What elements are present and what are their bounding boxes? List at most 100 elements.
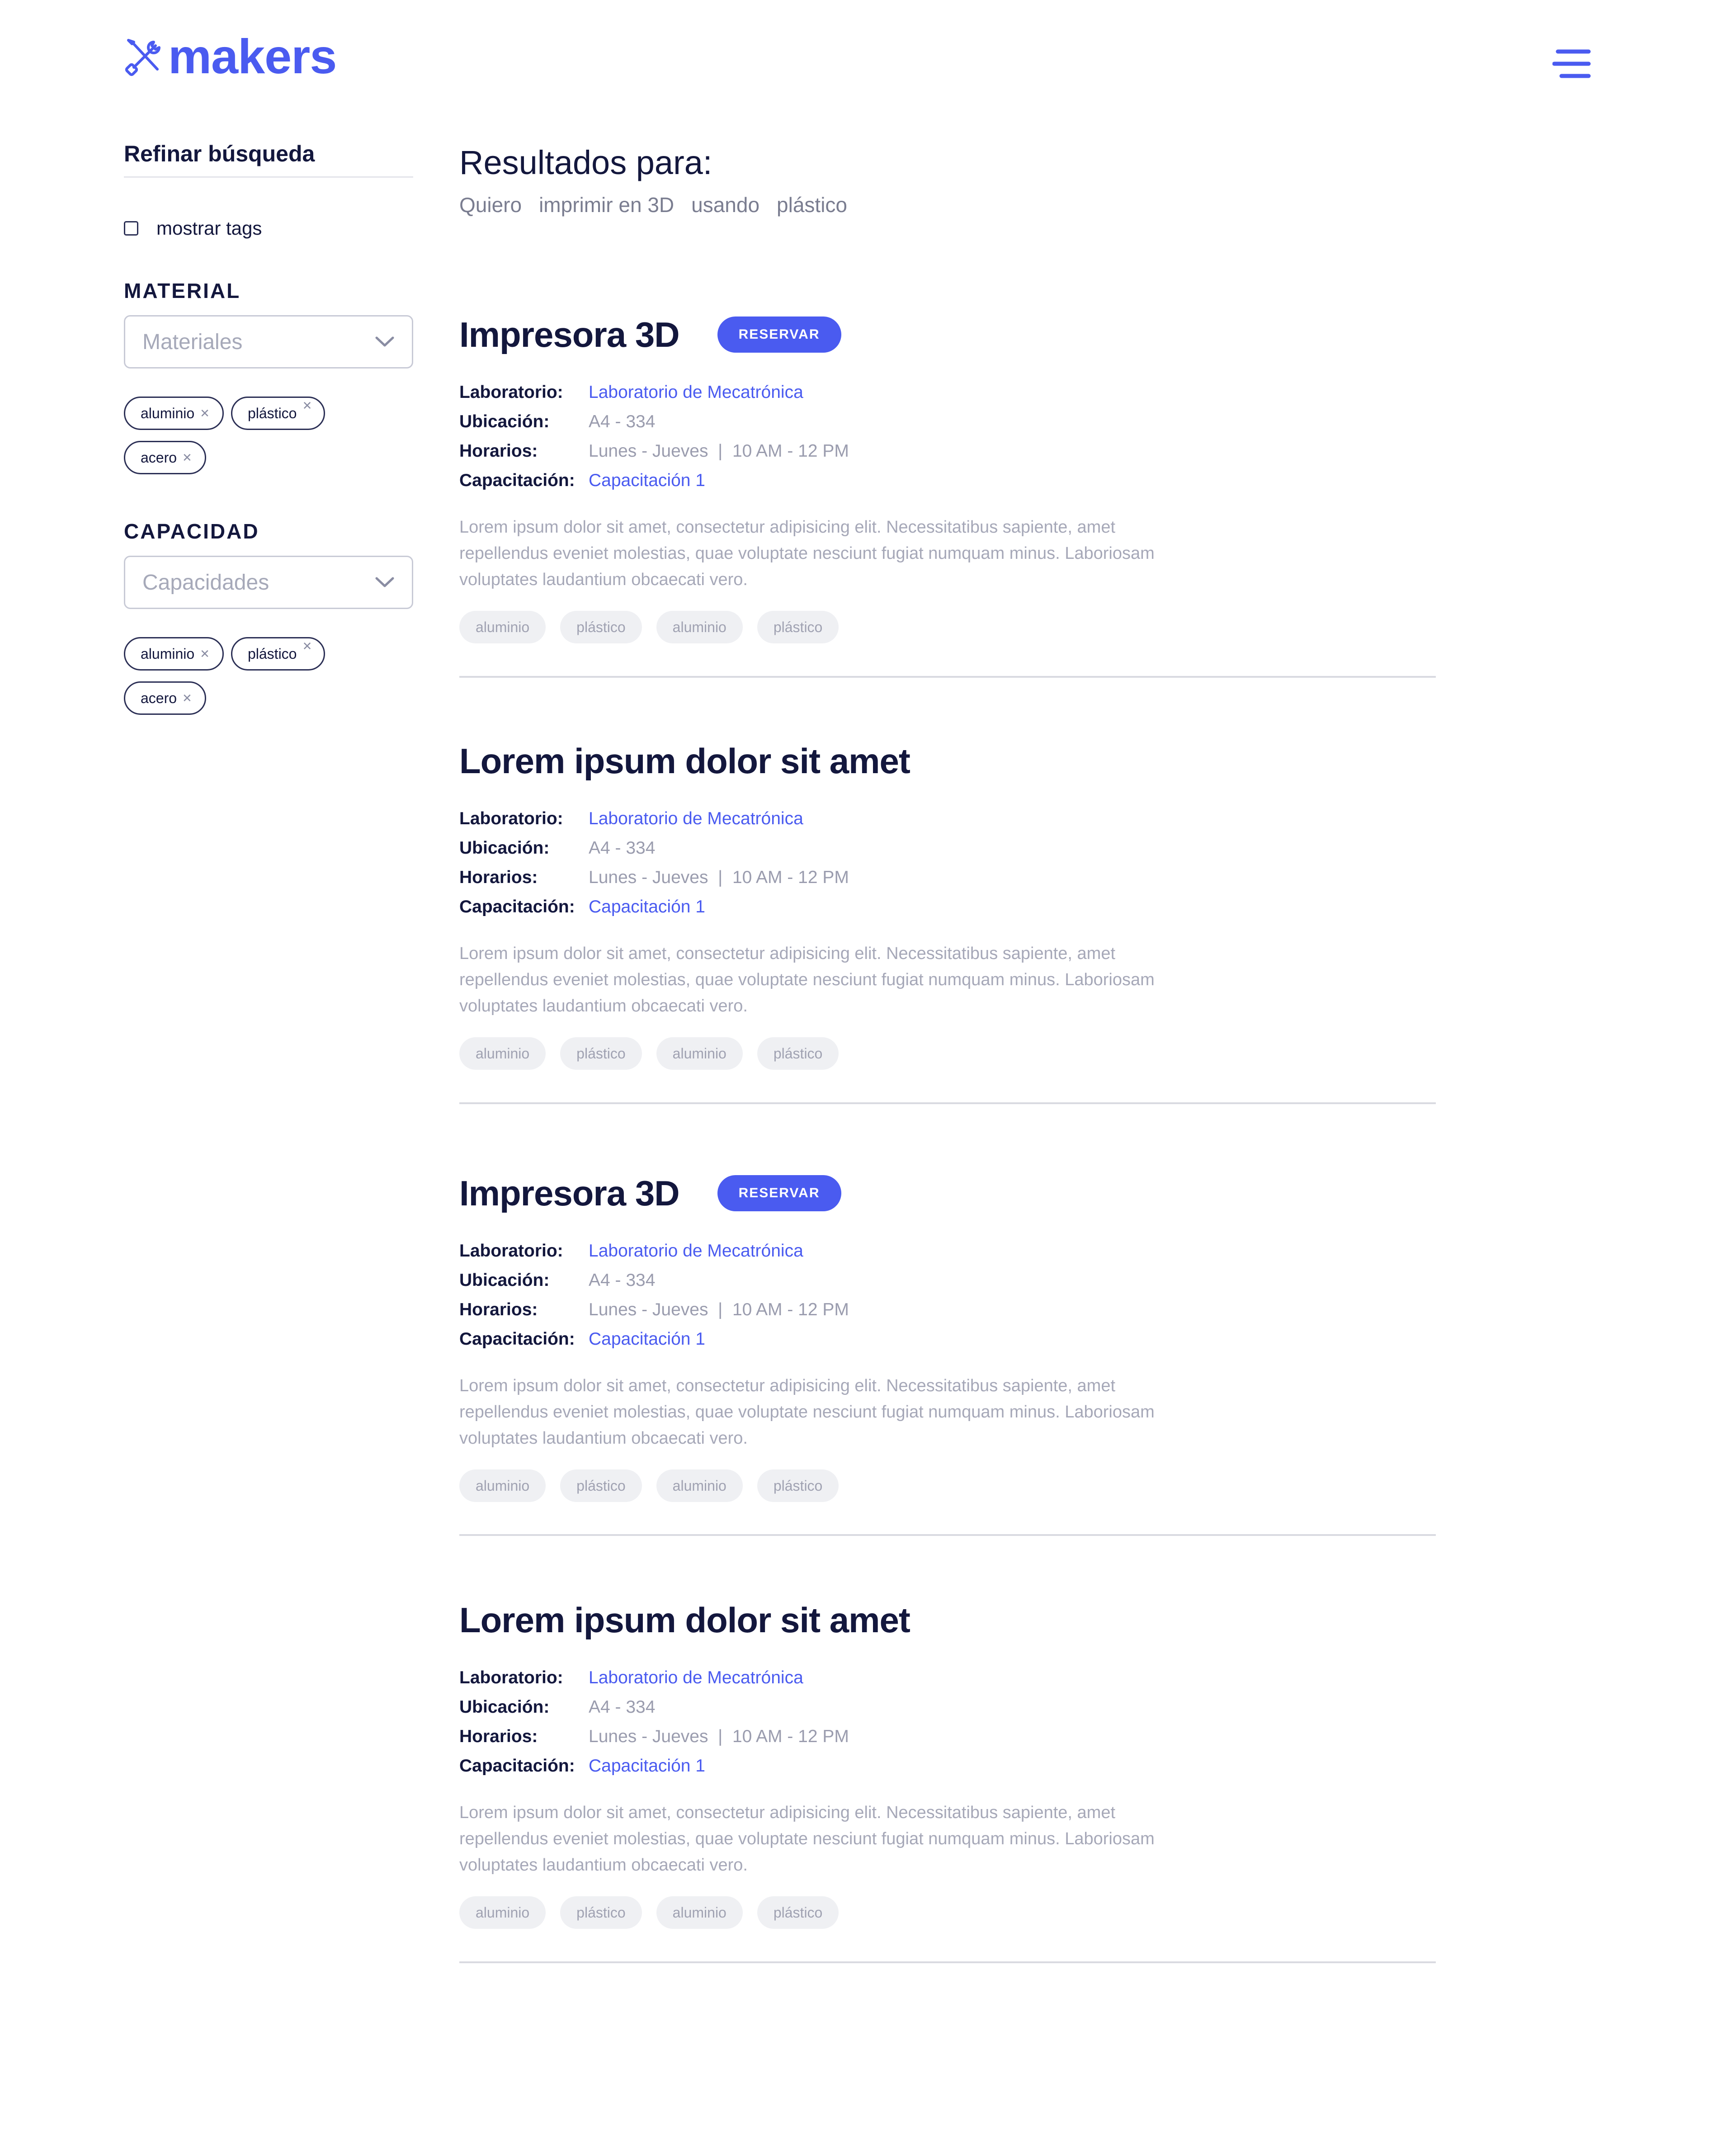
result-tags: aluminio plástico aluminio plástico [459, 1896, 1436, 1929]
tag[interactable]: plástico [757, 1896, 839, 1929]
training-label: Capacitación: [459, 470, 575, 490]
remove-icon[interactable]: ✕ [182, 691, 192, 705]
tag[interactable]: aluminio [459, 1896, 546, 1929]
result-card: Impresora 3D RESERVAR Laboratorio: Labora… [459, 310, 1436, 643]
capacity-label: CAPACIDAD [124, 520, 259, 543]
lab-link[interactable]: Laboratorio de Mecatrónica [589, 1241, 803, 1261]
logo[interactable]: makers [123, 29, 337, 84]
chip-label: plástico [247, 645, 297, 662]
training-link[interactable]: Capacitación 1 [589, 897, 705, 917]
query-term: usando [691, 193, 760, 217]
divider [459, 1534, 1436, 1536]
show-tags-toggle[interactable]: mostrar tags [124, 215, 413, 242]
reserve-button[interactable]: RESERVAR [717, 1175, 841, 1211]
tools-icon [125, 39, 160, 76]
brand-name: makers [168, 29, 337, 84]
menu-icon[interactable] [1552, 49, 1591, 79]
lab-link[interactable]: Laboratorio de Mecatrónica [589, 383, 803, 402]
training-label: Capacitación: [459, 1756, 575, 1776]
query-term: imprimir en 3D [539, 193, 675, 217]
lab-link[interactable]: Laboratorio de Mecatrónica [589, 1668, 803, 1688]
tag[interactable]: plástico [560, 611, 642, 643]
hours-label: Horarios: [459, 441, 538, 461]
lab-label: Laboratorio: [459, 382, 563, 402]
result-description: Lorem ipsum dolor sit amet, consectetur … [459, 1376, 1155, 1448]
result-title[interactable]: Lorem ipsum dolor sit amet [459, 1600, 910, 1641]
result-info: Laboratorio: Laboratorio de Mecatrónica U… [459, 1663, 1436, 1781]
tag[interactable]: aluminio [656, 1896, 743, 1929]
capacity-chip[interactable]: plástico ✕ [231, 637, 326, 671]
capacity-chip[interactable]: aluminio ✕ [124, 637, 224, 671]
site-header: makers [0, 0, 1736, 109]
hours-label: Horarios: [459, 867, 538, 887]
tag[interactable]: aluminio [459, 1469, 546, 1502]
result-tags: aluminio plástico aluminio plástico [459, 1469, 1436, 1502]
remove-icon[interactable]: ✕ [302, 399, 312, 413]
chip-label: aluminio [141, 405, 195, 421]
material-label: MATERIAL [124, 279, 241, 302]
training-link[interactable]: Capacitación 1 [589, 1329, 705, 1349]
result-card: Lorem ipsum dolor sit amet Laboratorio: L… [459, 736, 1436, 1070]
result-description: Lorem ipsum dolor sit amet, consectetur … [459, 518, 1155, 589]
location-value: A4 - 334 [589, 411, 656, 431]
chip-label: acero [141, 449, 177, 466]
lab-label: Laboratorio: [459, 808, 563, 828]
location-value: A4 - 334 [589, 1697, 656, 1717]
tag[interactable]: aluminio [459, 611, 546, 643]
divider [124, 176, 413, 178]
chip-label: acero [141, 690, 177, 706]
capacity-select[interactable]: Capacidades [124, 556, 413, 609]
tag[interactable]: plástico [757, 1469, 839, 1502]
result-info: Laboratorio: Laboratorio de Mecatrónica U… [459, 378, 1436, 495]
show-tags-checkbox[interactable] [124, 221, 138, 236]
tag[interactable]: aluminio [656, 1469, 743, 1502]
remove-icon[interactable]: ✕ [302, 639, 312, 653]
tag[interactable]: aluminio [656, 611, 743, 643]
result-info: Laboratorio: Laboratorio de Mecatrónica U… [459, 804, 1436, 921]
reserve-button[interactable]: RESERVAR [717, 316, 841, 353]
location-label: Ubicación: [459, 1270, 550, 1290]
material-chip[interactable]: plástico ✕ [231, 397, 326, 430]
divider [459, 676, 1436, 678]
result-title[interactable]: Impresora 3D [459, 314, 680, 355]
tag[interactable]: plástico [757, 1037, 839, 1070]
hours-value: Lunes - Jueves | 10 AM - 12 PM [589, 867, 849, 887]
remove-icon[interactable]: ✕ [200, 647, 210, 661]
lab-link[interactable]: Laboratorio de Mecatrónica [589, 809, 803, 829]
result-description: Lorem ipsum dolor sit amet, consectetur … [459, 944, 1155, 1016]
remove-icon[interactable]: ✕ [182, 451, 192, 465]
capacity-chips: aluminio ✕ plástico ✕ acero ✕ [124, 637, 413, 715]
material-chip[interactable]: aluminio ✕ [124, 397, 224, 430]
result-card: Impresora 3D RESERVAR Laboratorio: Labora… [459, 1168, 1436, 1502]
training-link[interactable]: Capacitación 1 [589, 471, 705, 491]
tag[interactable]: plástico [560, 1896, 642, 1929]
result-tags: aluminio plástico aluminio plástico [459, 611, 1436, 643]
tag[interactable]: plástico [757, 611, 839, 643]
chip-label: plástico [247, 405, 297, 421]
capacity-chip[interactable]: acero ✕ [124, 681, 206, 715]
chevron-down-icon [375, 336, 394, 347]
location-value: A4 - 334 [589, 1270, 656, 1290]
location-label: Ubicación: [459, 838, 550, 858]
hours-label: Horarios: [459, 1299, 538, 1319]
material-select[interactable]: Materiales [124, 315, 413, 368]
chip-label: aluminio [141, 645, 195, 662]
query-term: plástico [777, 193, 848, 217]
query-term: Quiero [459, 193, 522, 217]
divider [459, 1961, 1436, 1963]
result-tags: aluminio plástico aluminio plástico [459, 1037, 1436, 1070]
result-title[interactable]: Lorem ipsum dolor sit amet [459, 741, 910, 782]
material-chips: aluminio ✕ plástico ✕ acero ✕ [124, 397, 413, 474]
material-chip[interactable]: acero ✕ [124, 441, 206, 474]
search-query: Quiero imprimir en 3D usando plástico [459, 189, 1436, 221]
remove-icon[interactable]: ✕ [200, 406, 210, 420]
training-link[interactable]: Capacitación 1 [589, 1756, 705, 1776]
result-title[interactable]: Impresora 3D [459, 1173, 680, 1214]
tag[interactable]: plástico [560, 1469, 642, 1502]
refine-title: Refinar búsqueda [124, 141, 315, 166]
hours-value: Lunes - Jueves | 10 AM - 12 PM [589, 1726, 849, 1746]
tag[interactable]: plástico [560, 1037, 642, 1070]
tag[interactable]: aluminio [459, 1037, 546, 1070]
tag[interactable]: aluminio [656, 1037, 743, 1070]
chevron-down-icon [375, 577, 394, 587]
